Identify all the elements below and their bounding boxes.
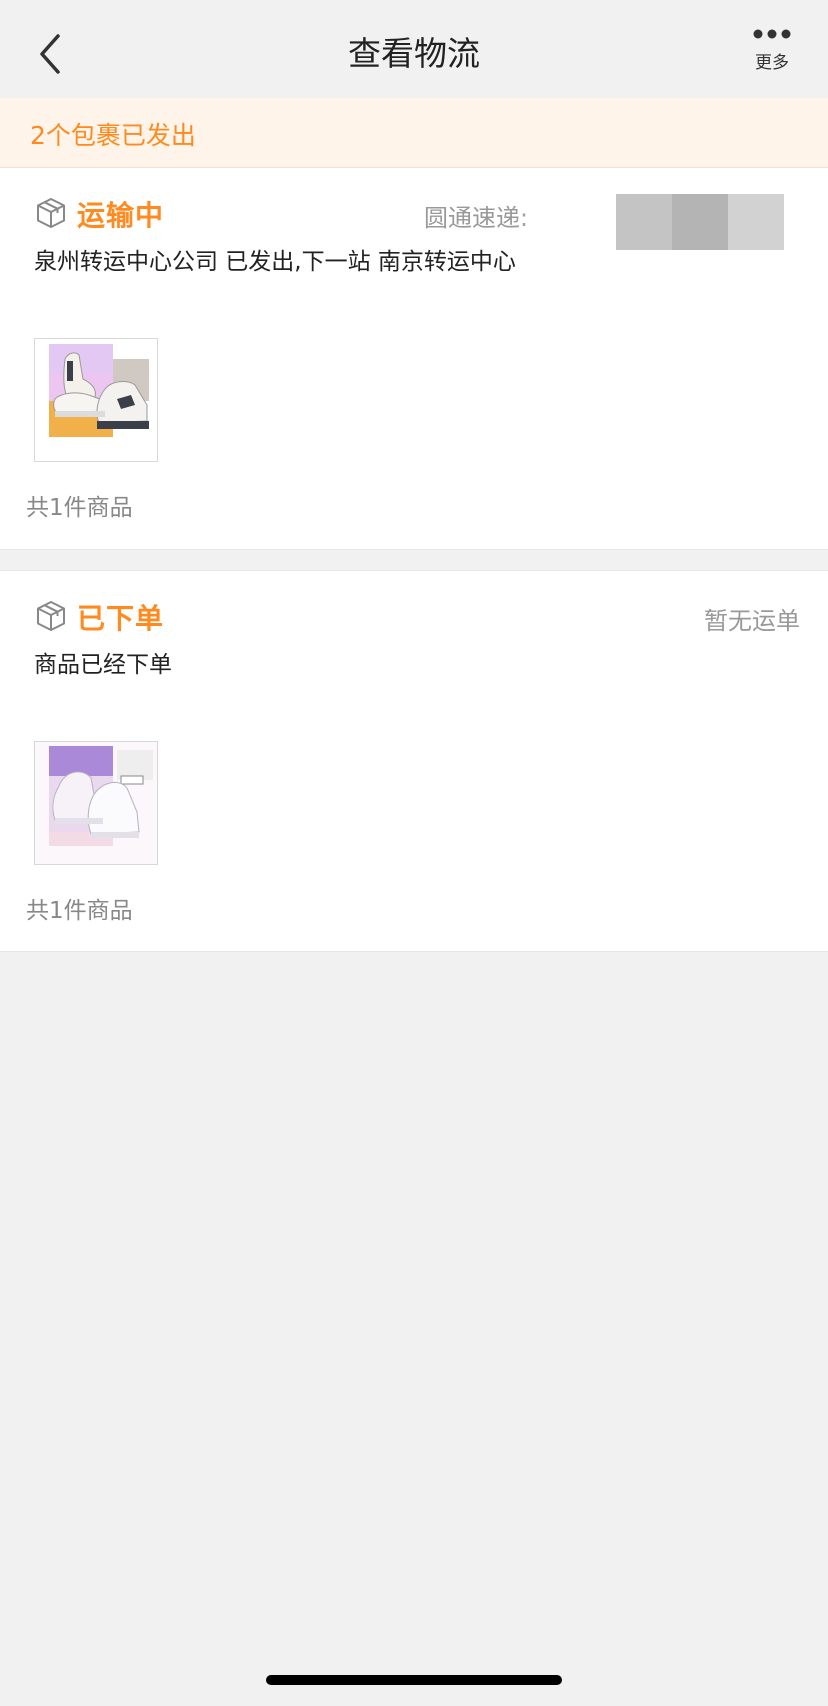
item-count: 共1件商品 [26,898,133,924]
package-card[interactable]: 运输中 圆通速递: 泉州转运中心公司 已发出,下一站 南京转运中心 共1件商品 [0,168,828,550]
sneaker-image [49,344,149,437]
sneaker-image [35,742,157,864]
redacted-tracking-number [616,194,784,250]
carrier-name: 暂无运单 [704,607,800,635]
package-card[interactable]: 已下单 暂无运单 商品已经下单 共1件商品 [0,570,828,952]
package-box-icon [37,198,65,228]
more-button[interactable]: 更多 [742,28,802,90]
shipment-summary-text: 2个包裹已发出 [30,121,196,150]
carrier-name: 圆通速递: [424,204,529,232]
package-box-icon [37,601,65,631]
product-thumbnail[interactable] [34,741,158,865]
ellipsis-icon [753,29,791,39]
tracking-latest-event: 商品已经下单 [34,652,172,678]
product-thumbnail[interactable] [34,338,158,462]
tracking-latest-event: 泉州转运中心公司 已发出,下一站 南京转运中心 [34,249,516,275]
home-indicator[interactable] [266,1675,562,1685]
nav-bar: 查看物流 更多 [0,0,828,98]
shipment-summary-banner: 2个包裹已发出 [0,98,828,168]
package-status: 运输中 [77,199,165,232]
item-count: 共1件商品 [26,495,133,521]
package-status: 已下单 [77,602,165,635]
page-title: 查看物流 [348,34,480,73]
more-label: 更多 [755,53,789,73]
